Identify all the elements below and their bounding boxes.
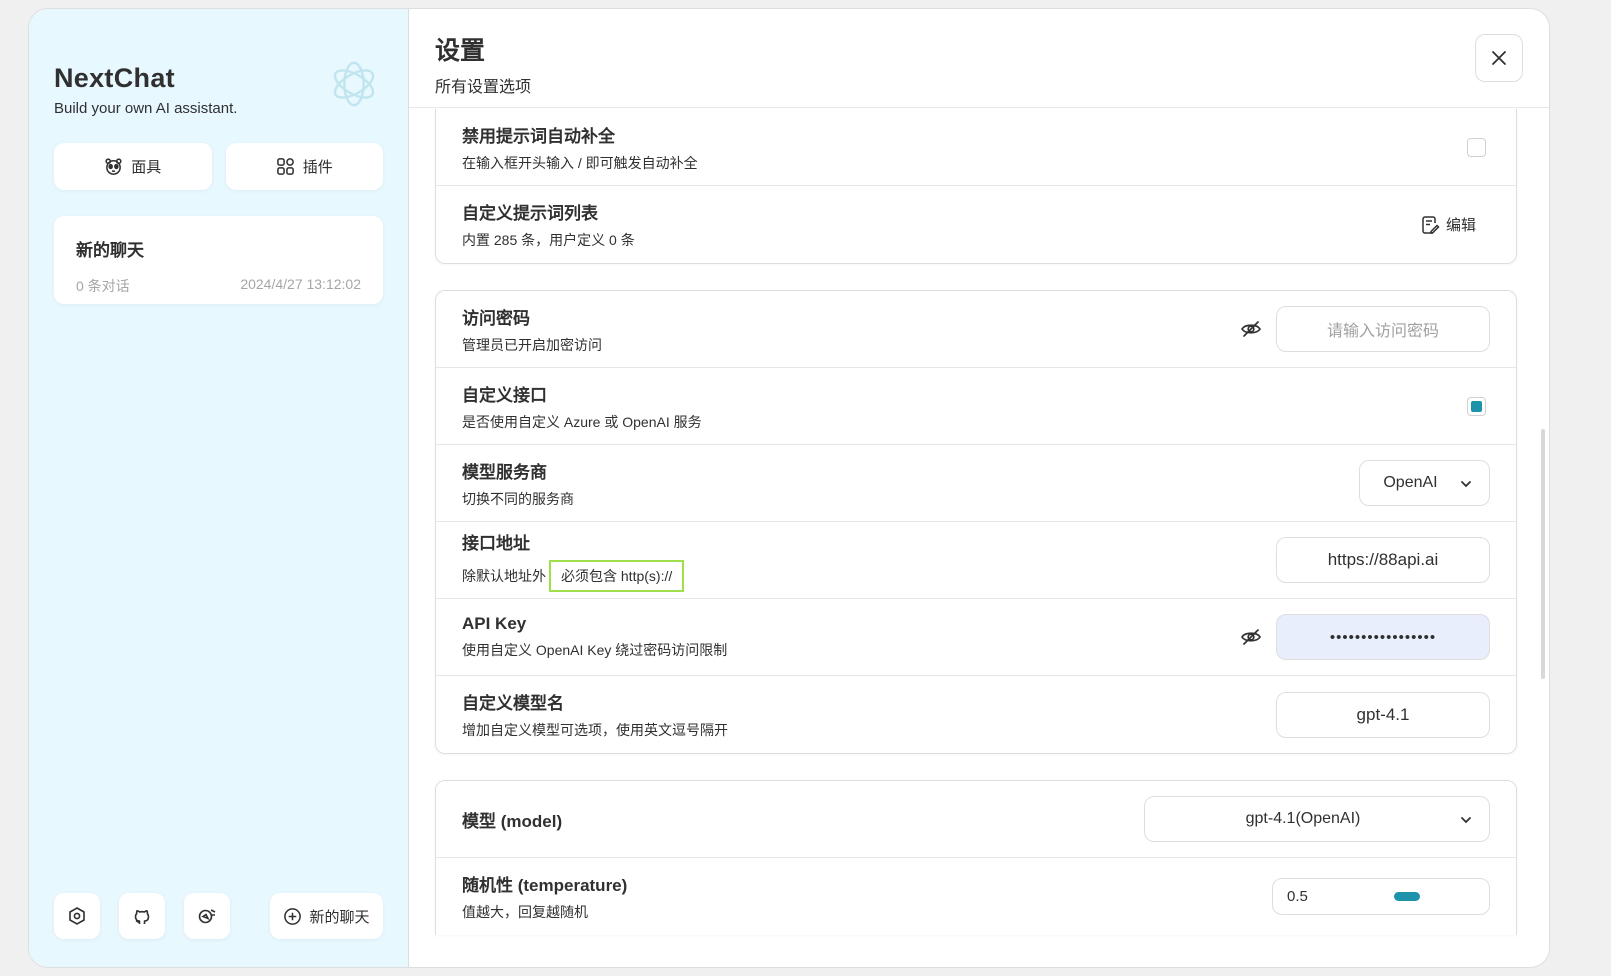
settings-button[interactable]: [54, 893, 100, 939]
edit-icon: [1422, 215, 1440, 234]
settings-group-model: 模型 (model) gpt-4.1(OpenAI) 随机性 (temperat…: [435, 780, 1517, 935]
chat-list-item[interactable]: 新的聊天 0 条对话 2024/4/27 13:12:02: [54, 216, 383, 304]
mask-button[interactable]: 面具: [54, 143, 212, 190]
chat-timestamp: 2024/4/27 13:12:02: [240, 276, 361, 292]
custom-endpoint-checkbox[interactable]: [1467, 396, 1486, 416]
chevron-down-icon: [1461, 817, 1471, 824]
setting-custom-endpoint: 自定义接口 是否使用自定义 Azure 或 OpenAI 服务: [436, 368, 1516, 445]
setting-description: 使用自定义 OpenAI Key 绕过密码访问限制: [462, 642, 728, 658]
custom-models-input[interactable]: gpt-4.1: [1276, 691, 1490, 738]
setting-description: 增加自定义模型可选项，使用英文逗号隔开: [462, 722, 728, 738]
setting-custom-models: 自定义模型名 增加自定义模型可选项，使用英文逗号隔开 gpt-4.1: [436, 676, 1516, 753]
setting-description: 切换不同的服务商: [462, 490, 574, 507]
endpoint-url-input[interactable]: https://88api.ai: [1276, 537, 1490, 583]
provider-select[interactable]: OpenAI: [1359, 460, 1490, 506]
setting-title: 自定义模型名: [462, 694, 564, 713]
setting-title: 随机性 (temperature): [462, 876, 628, 895]
setting-title: 模型 (model): [462, 811, 563, 831]
settings-icon: [69, 907, 85, 925]
close-icon: [1492, 51, 1506, 65]
setting-description: 是否使用自定义 Azure 或 OpenAI 服务: [462, 413, 702, 430]
eye-off-icon[interactable]: [1240, 318, 1262, 340]
edit-label: 编辑: [1445, 217, 1476, 234]
setting-description: 管理员已开启加密访问: [462, 336, 602, 353]
close-button[interactable]: [1475, 34, 1523, 82]
setting-description: 内置 285 条，用户定义 0 条: [462, 232, 635, 248]
model-select[interactable]: gpt-4.1(OpenAI): [1144, 796, 1490, 842]
sidebar-bottom-bar: 新的聊天: [54, 893, 383, 939]
mask-button-label: 面具: [131, 159, 162, 176]
discovery-button[interactable]: [184, 893, 230, 939]
setting-endpoint-url: 接口地址 除默认地址外 必须包含 http(s):// https://88ap…: [436, 522, 1516, 599]
setting-api-key: API Key 使用自定义 OpenAI Key 绕过密码访问限制 ••••••…: [436, 599, 1516, 676]
chevron-down-icon: [1461, 481, 1471, 488]
setting-title: 模型服务商: [462, 462, 547, 482]
chat-message-count: 0 条对话: [76, 278, 130, 294]
setting-disable-autocomplete: 禁用提示词自动补全 在输入框开头输入 / 即可触发自动补全: [436, 109, 1516, 186]
setting-prompt-list: 自定义提示词列表 内置 285 条，用户定义 0 条 编辑: [436, 186, 1516, 263]
sidebar: NextChat Build your own AI assistant. 面具…: [29, 9, 409, 967]
setting-description: 值越大，回复越随机: [462, 904, 588, 920]
new-chat-button[interactable]: 新的聊天: [270, 893, 383, 939]
mask-icon: [105, 158, 122, 175]
settings-panel: 设置 所有设置选项 禁用提示词自动补全 在输入框开头输入 / 即可触发自动补全: [409, 9, 1549, 967]
access-code-input[interactable]: 请输入访问密码: [1276, 306, 1490, 352]
page-title: 设置: [435, 37, 486, 65]
settings-group-prompts: 禁用提示词自动补全 在输入框开头输入 / 即可触发自动补全 自定义提示词列表 内…: [435, 109, 1517, 264]
setting-title: 访问密码: [462, 308, 530, 328]
eye-off-icon[interactable]: [1240, 626, 1262, 648]
sidebar-actions: 面具 插件: [54, 143, 383, 190]
new-chat-label: 新的聊天: [309, 908, 370, 926]
chat-meta: 0 条对话 2024/4/27 13:12:02: [76, 276, 361, 296]
setting-access-code: 访问密码 管理员已开启加密访问 请输入访问密码: [436, 291, 1516, 368]
discovery-icon: [198, 909, 216, 924]
setting-title: 自定义接口: [462, 385, 547, 405]
setting-model: 模型 (model) gpt-4.1(OpenAI): [436, 781, 1516, 858]
api-key-input[interactable]: •••••••••••••••••: [1276, 614, 1490, 660]
github-icon: [134, 910, 150, 924]
edit-prompts-button[interactable]: 编辑: [1420, 214, 1476, 235]
grid-icon: [276, 158, 294, 175]
setting-title: 接口地址: [462, 533, 530, 553]
setting-title: 禁用提示词自动补全: [462, 126, 615, 146]
openai-logo-icon: [333, 61, 375, 107]
endpoint-description-text: 除默认地址外: [462, 567, 546, 584]
plugin-button-label: 插件: [302, 159, 333, 176]
scrollbar[interactable]: [1541, 429, 1545, 679]
setting-title: API Key: [462, 614, 527, 633]
setting-temperature: 随机性 (temperature) 值越大，回复越随机 0.5: [436, 858, 1516, 935]
plugin-button[interactable]: 插件: [225, 143, 383, 190]
add-circle-icon: [284, 907, 302, 925]
setting-provider: 模型服务商 切换不同的服务商 OpenAI: [436, 445, 1516, 522]
github-button[interactable]: [119, 893, 165, 939]
settings-group-access: 访问密码 管理员已开启加密访问 请输入访问密码 自定义接口 是否使用自定义 Az…: [435, 290, 1517, 754]
app-window: NextChat Build your own AI assistant. 面具…: [28, 8, 1550, 968]
brand: NextChat Build your own AI assistant.: [54, 61, 383, 117]
model-value: gpt-4.1(OpenAI): [1245, 810, 1361, 827]
setting-description: 除默认地址外 必须包含 http(s)://: [462, 559, 685, 592]
provider-value: OpenAI: [1383, 474, 1438, 491]
chat-title: 新的聊天: [76, 241, 144, 260]
temperature-slider[interactable]: 0.5: [1272, 878, 1490, 915]
slider-thumb[interactable]: [1394, 892, 1420, 901]
settings-content: 禁用提示词自动补全 在输入框开头输入 / 即可触发自动补全 自定义提示词列表 内…: [409, 109, 1549, 967]
endpoint-description-highlight: 必须包含 http(s)://: [549, 559, 685, 592]
setting-title: 自定义提示词列表: [462, 204, 598, 223]
setting-description: 在输入框开头输入 / 即可触发自动补全: [462, 154, 698, 171]
page-subtitle: 所有设置选项: [435, 79, 532, 96]
settings-header: 设置 所有设置选项: [409, 9, 1549, 108]
temperature-value: 0.5: [1287, 888, 1308, 905]
disable-autocomplete-checkbox[interactable]: [1467, 137, 1486, 157]
